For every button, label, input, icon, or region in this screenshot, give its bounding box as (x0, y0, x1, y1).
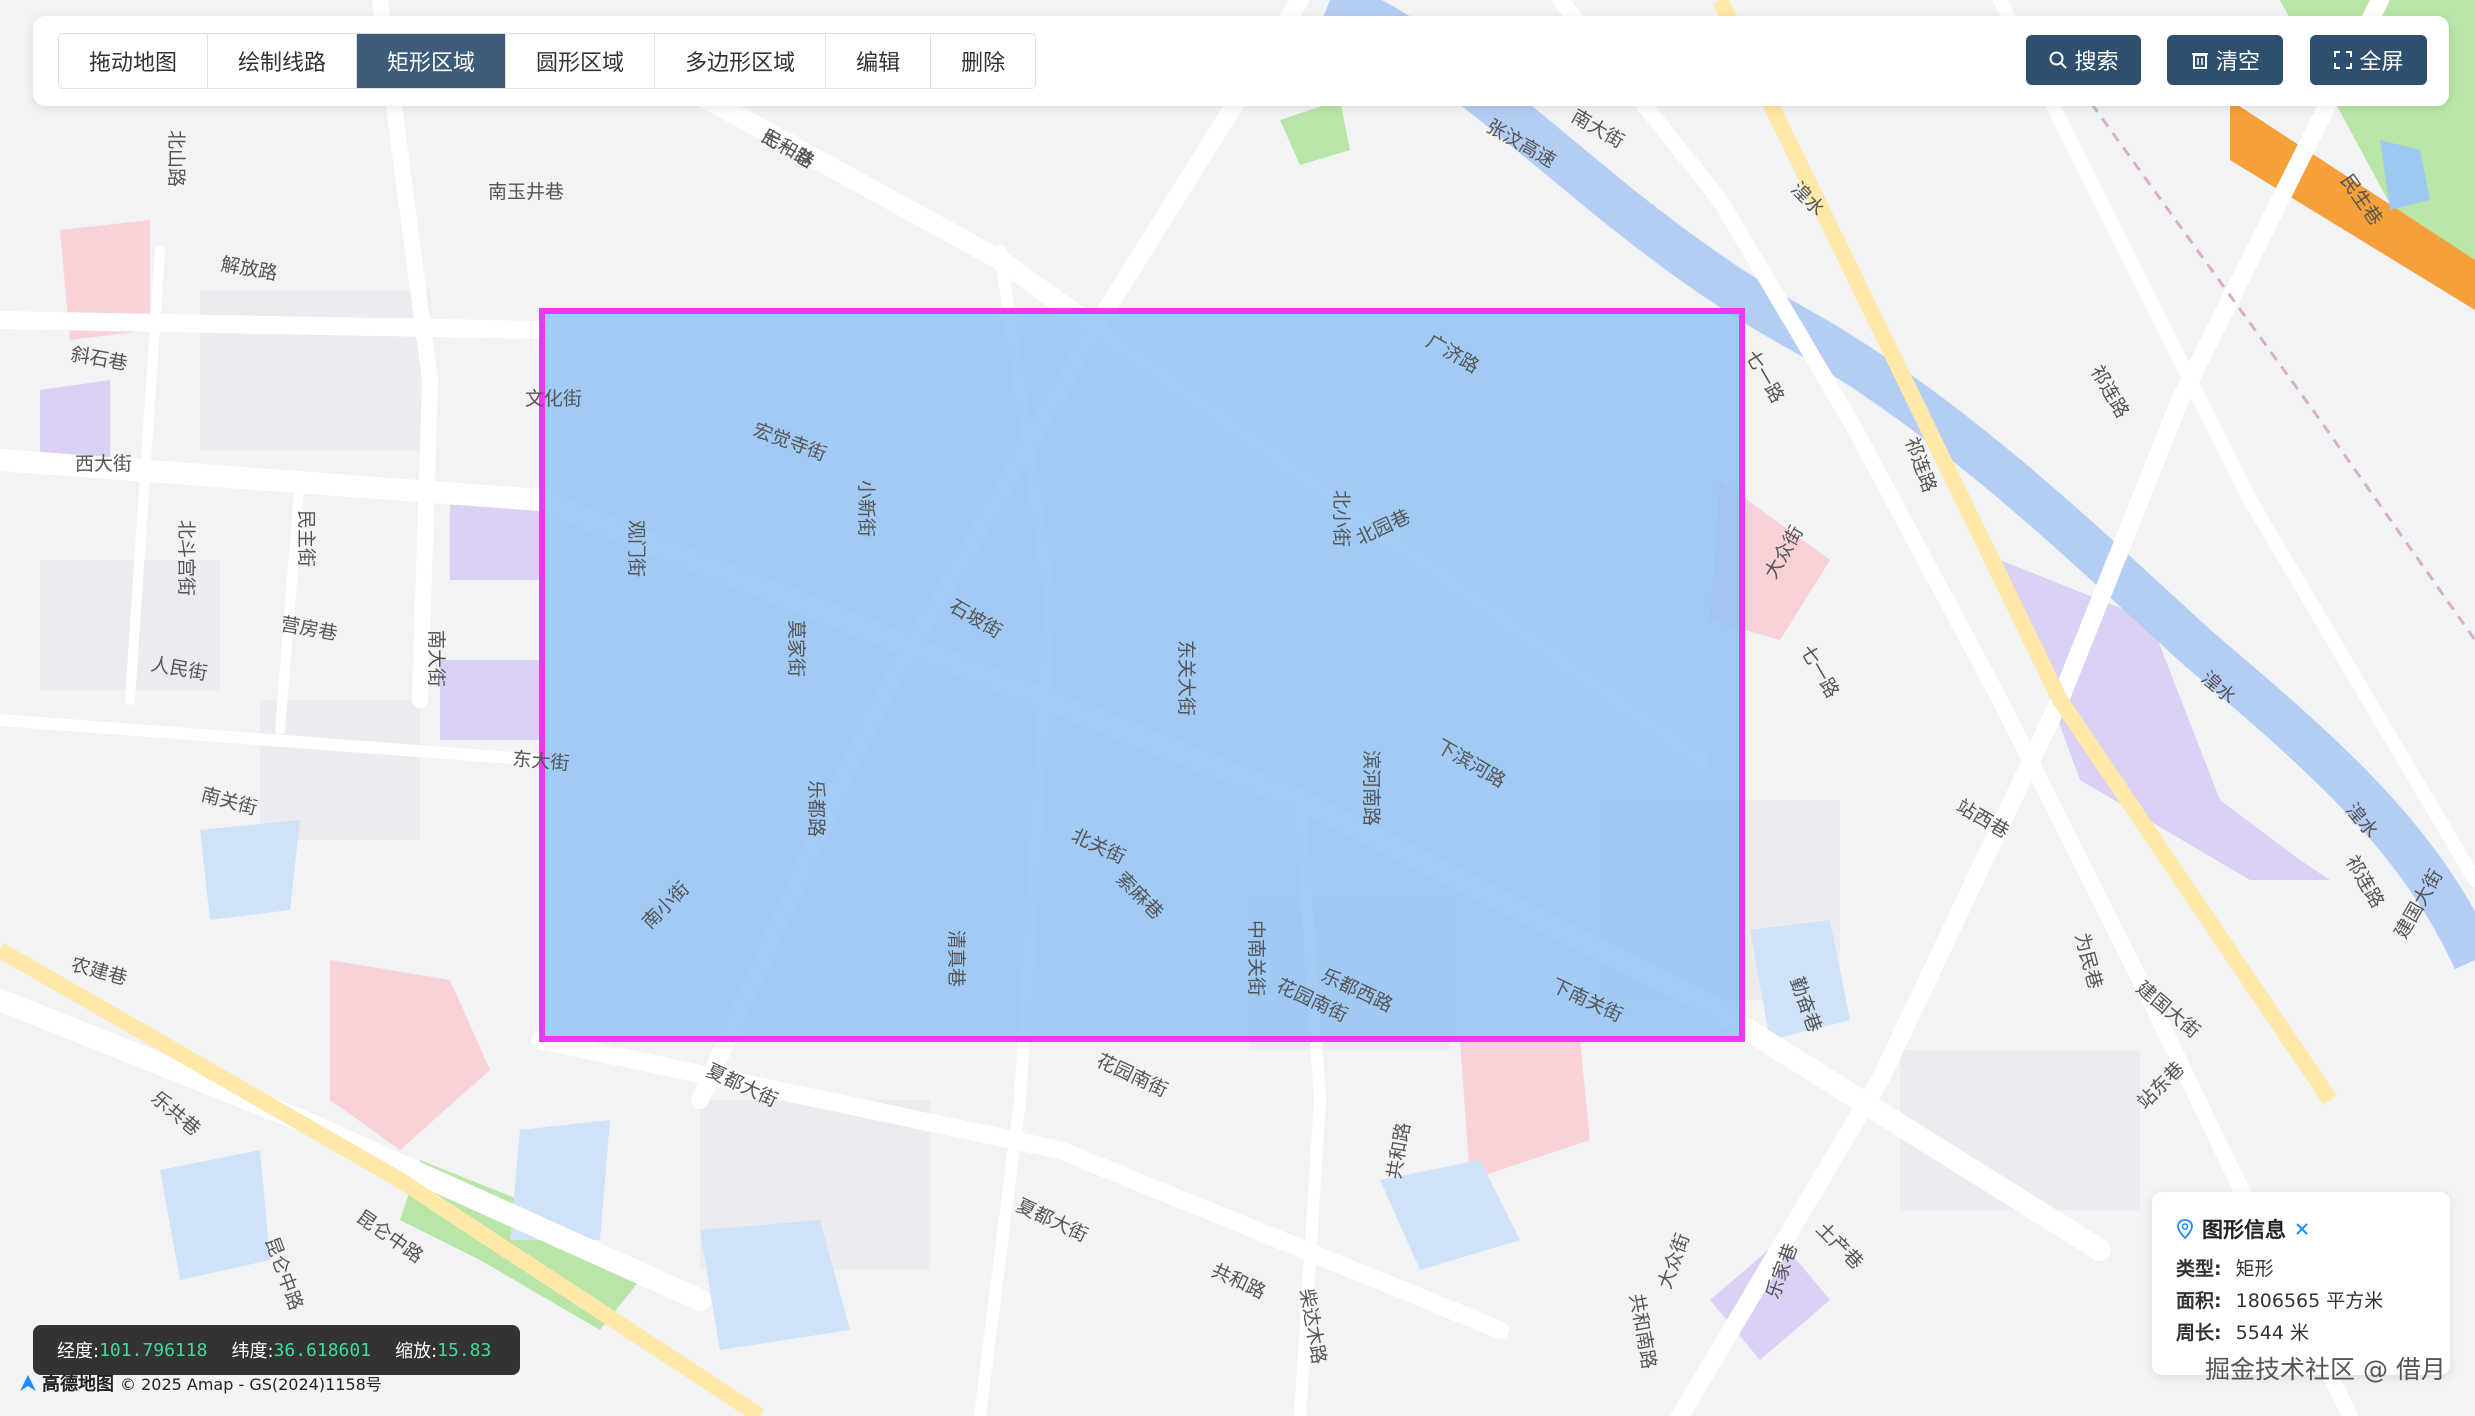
search-button[interactable]: 搜索 (2026, 35, 2141, 85)
fullscreen-button[interactable]: 全屏 (2310, 35, 2427, 85)
map-street-label: 清真巷 (945, 930, 967, 987)
map-street-label: 南玉井巷 (488, 181, 564, 203)
drawn-rectangle (539, 308, 1745, 1042)
tool-edit-button[interactable]: 编辑 (826, 34, 932, 88)
longitude-value: 101.796118 (99, 1339, 208, 1361)
search-icon (2049, 51, 2068, 69)
amap-logo[interactable]: 高德地图 (18, 1370, 114, 1396)
map-attribution: 高德地图 © 2025 Amap - GS(2024)1158号 (18, 1370, 382, 1396)
zoom-value: 15.83 (437, 1339, 492, 1361)
fullscreen-icon (2334, 51, 2353, 69)
shape-area-value: 1806565 平方米 (2235, 1290, 2384, 1312)
trash-icon (2191, 53, 2208, 69)
amap-logo-icon (20, 1375, 36, 1391)
watermark: 掘金技术社区 @ 借月 (2205, 1355, 2446, 1384)
map-street-label: 乐都路 (805, 780, 827, 837)
map-street-label: 滨河南路 (1360, 750, 1382, 826)
longitude-label: 经度: (57, 1341, 100, 1362)
shape-area-row: 面积: 1806565 平方米 (2176, 1286, 2383, 1313)
shape-type-label: 类型: (2176, 1258, 2222, 1280)
latitude-label: 纬度: (231, 1341, 274, 1362)
search-button-label: 搜索 (2074, 50, 2119, 75)
copyright-text: © 2025 Amap - GS(2024)1158号 (120, 1375, 382, 1394)
map-street-label: 西大街 (75, 453, 132, 475)
shape-info-title: 图形信息 (2202, 1218, 2286, 1242)
map-street-label: 北山路 (165, 130, 187, 187)
toolbar: 拖动地图 绘制线路 矩形区域 圆形区域 多边形区域 编辑 删除 搜索 清空 全屏 (33, 16, 2449, 106)
map-canvas[interactable]: 七一路南玉井巷北山路解放路斜石巷西大街北斗宫街 民主街营房巷人民街 南大街南关街农建… (0, 0, 2475, 1416)
map-street-label: 文化街 (525, 388, 582, 410)
tool-polygon-button[interactable]: 多边形区域 (655, 34, 827, 88)
tool-delete-button[interactable]: 删除 (931, 34, 1036, 88)
map-street-label: 莫家街 (785, 620, 807, 677)
tool-drag-map-button[interactable]: 拖动地图 (59, 34, 209, 88)
shape-type-row: 类型: 矩形 (2176, 1254, 2274, 1281)
shape-perimeter-label: 周长: (2176, 1322, 2222, 1344)
map-street-label: 民主街 (295, 510, 317, 567)
shape-type-value: 矩形 (2235, 1258, 2274, 1280)
map-street-label: 小新街 (855, 480, 877, 537)
shape-perimeter-row: 周长: 5544 米 (2176, 1318, 2309, 1345)
latitude-value: 36.618601 (273, 1339, 372, 1361)
map-street-label: 北斗宫街 (175, 520, 197, 596)
coordinate-readout: 经度: 101.796118 纬度: 36.618601 缩放: 15.83 (33, 1325, 520, 1375)
map-street-label: 东关大街 (1175, 640, 1197, 716)
tool-draw-line-button[interactable]: 绘制线路 (208, 34, 358, 88)
location-pin-icon (2177, 1219, 2193, 1239)
map-street-label: 南大街 (425, 630, 447, 687)
clear-button[interactable]: 清空 (2167, 35, 2283, 85)
map-street-label: 北小街 (1330, 490, 1352, 547)
shape-info-panel: 图形信息 类型: 矩形 面积: 1806565 平方米 周长: 5544 米 (2152, 1192, 2450, 1375)
map-street-label: 观门街 (625, 520, 647, 577)
map-street-label: 中南关街 (1245, 920, 1267, 996)
shape-area-label: 面积: (2176, 1290, 2222, 1312)
close-icon[interactable] (2294, 1221, 2310, 1237)
tool-rectangle-button[interactable]: 矩形区域 (357, 34, 507, 88)
drawing-tool-group: 拖动地图 绘制线路 矩形区域 圆形区域 多边形区域 编辑 删除 (58, 33, 1037, 89)
tool-circle-button[interactable]: 圆形区域 (506, 34, 656, 88)
shape-info-header: 图形信息 (2176, 1214, 2310, 1244)
clear-button-label: 清空 (2215, 50, 2260, 75)
zoom-label: 缩放: (395, 1341, 438, 1362)
shape-perimeter-value: 5544 米 (2235, 1322, 2310, 1344)
fullscreen-button-label: 全屏 (2359, 50, 2404, 75)
